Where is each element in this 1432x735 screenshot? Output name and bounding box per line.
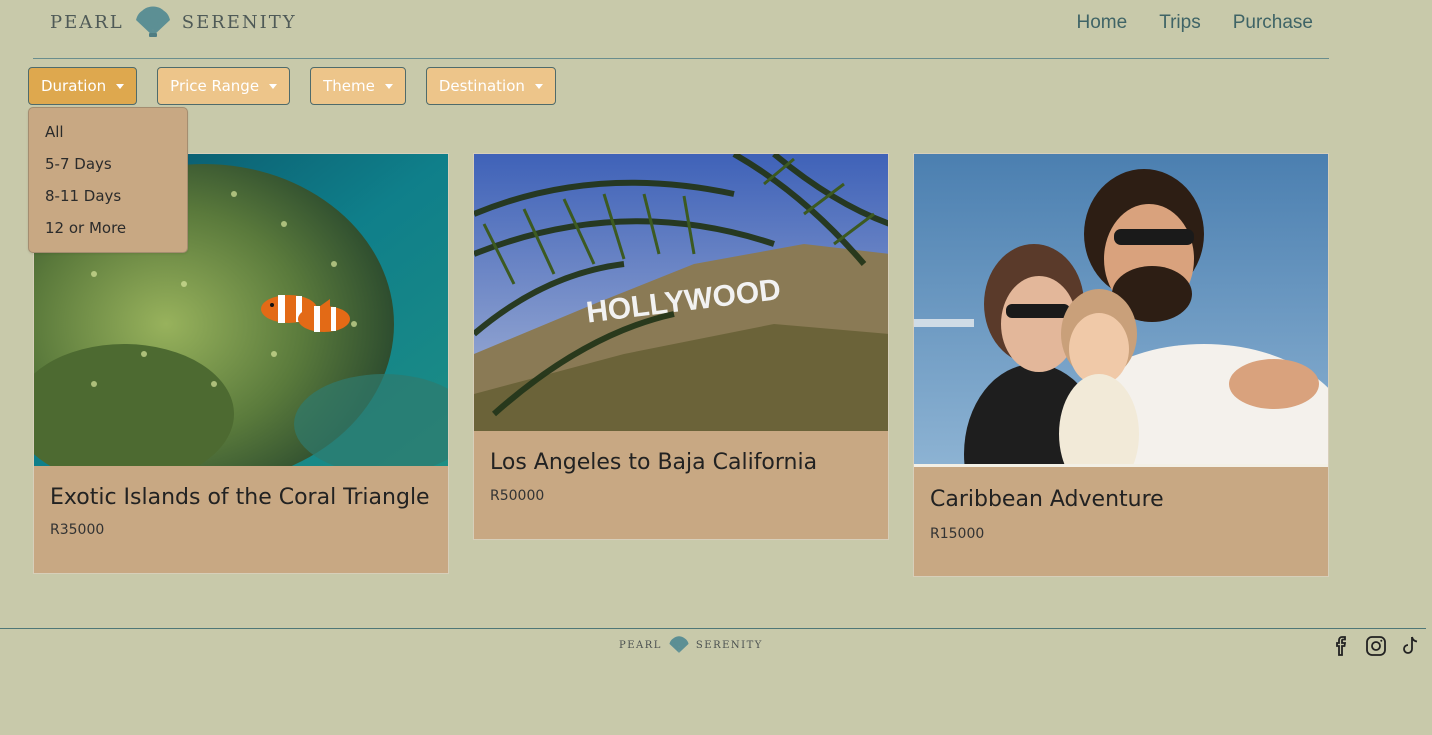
footer-logo-text-left: PEARL [619, 639, 662, 651]
tiktok-icon[interactable] [1398, 634, 1422, 658]
nav-purchase-link[interactable]: Purchase [1233, 12, 1313, 34]
site-logo[interactable]: PEARL SERENITY [50, 6, 297, 38]
destination-filter-label: Destination [438, 77, 525, 95]
caret-down-icon [269, 83, 278, 89]
hollywood-sign-palm-image: HOLLYWOOD [474, 154, 888, 431]
trip-title[interactable]: Los Angeles to Baja California [490, 450, 817, 475]
trip-card-los-angeles[interactable]: HOLLYWOOD Los Angeles to Baja California… [473, 153, 889, 540]
footer-logo: PEARL SERENITY [619, 636, 763, 654]
trip-price: R15000 [930, 526, 985, 542]
duration-filter-label: Duration [41, 77, 107, 95]
theme-filter-button[interactable]: Theme [310, 67, 406, 105]
duration-dropdown-menu: All 5-7 Days 8-11 Days 12 or More [28, 107, 188, 253]
instagram-icon[interactable] [1364, 634, 1388, 658]
filter-bar: Duration Price Range Theme Destination [28, 67, 556, 105]
trip-price: R35000 [50, 522, 105, 538]
duration-option-8-11-days[interactable]: 8-11 Days [29, 180, 187, 212]
trip-price: R50000 [490, 488, 545, 504]
duration-filter-button[interactable]: Duration [28, 67, 138, 105]
caret-down-icon [116, 83, 125, 89]
trip-title[interactable]: Caribbean Adventure [930, 487, 1164, 512]
social-links [1330, 634, 1422, 658]
trip-title[interactable]: Exotic Islands of the Coral Triangle [50, 485, 430, 510]
duration-option-all[interactable]: All [29, 116, 187, 148]
duration-option-12-or-more[interactable]: 12 or More [29, 212, 187, 244]
logo-text-right: SERENITY [181, 11, 297, 33]
theme-filter-label: Theme [323, 77, 375, 95]
shell-logo-icon [135, 6, 170, 37]
price-range-filter-button[interactable]: Price Range [157, 67, 291, 105]
nav-home-link[interactable]: Home [1077, 12, 1128, 34]
facebook-icon[interactable] [1330, 634, 1354, 658]
duration-option-5-7-days[interactable]: 5-7 Days [29, 148, 187, 180]
header-divider [33, 58, 1329, 59]
logo-text-left: PEARL [50, 11, 124, 33]
caret-down-icon [384, 83, 393, 89]
nav-trips-link[interactable]: Trips [1159, 12, 1201, 34]
price-range-filter-label: Price Range [170, 77, 260, 95]
caret-down-icon [534, 83, 543, 89]
shell-logo-icon [669, 636, 689, 653]
family-selfie-image [914, 154, 1328, 467]
footer-divider [0, 628, 1426, 629]
destination-filter-button[interactable]: Destination [425, 67, 556, 105]
footer-logo-text-right: SERENITY [695, 639, 763, 651]
trip-card-caribbean[interactable]: Caribbean Adventure R15000 [913, 153, 1329, 577]
main-nav: Home Trips Purchase [1077, 12, 1314, 34]
